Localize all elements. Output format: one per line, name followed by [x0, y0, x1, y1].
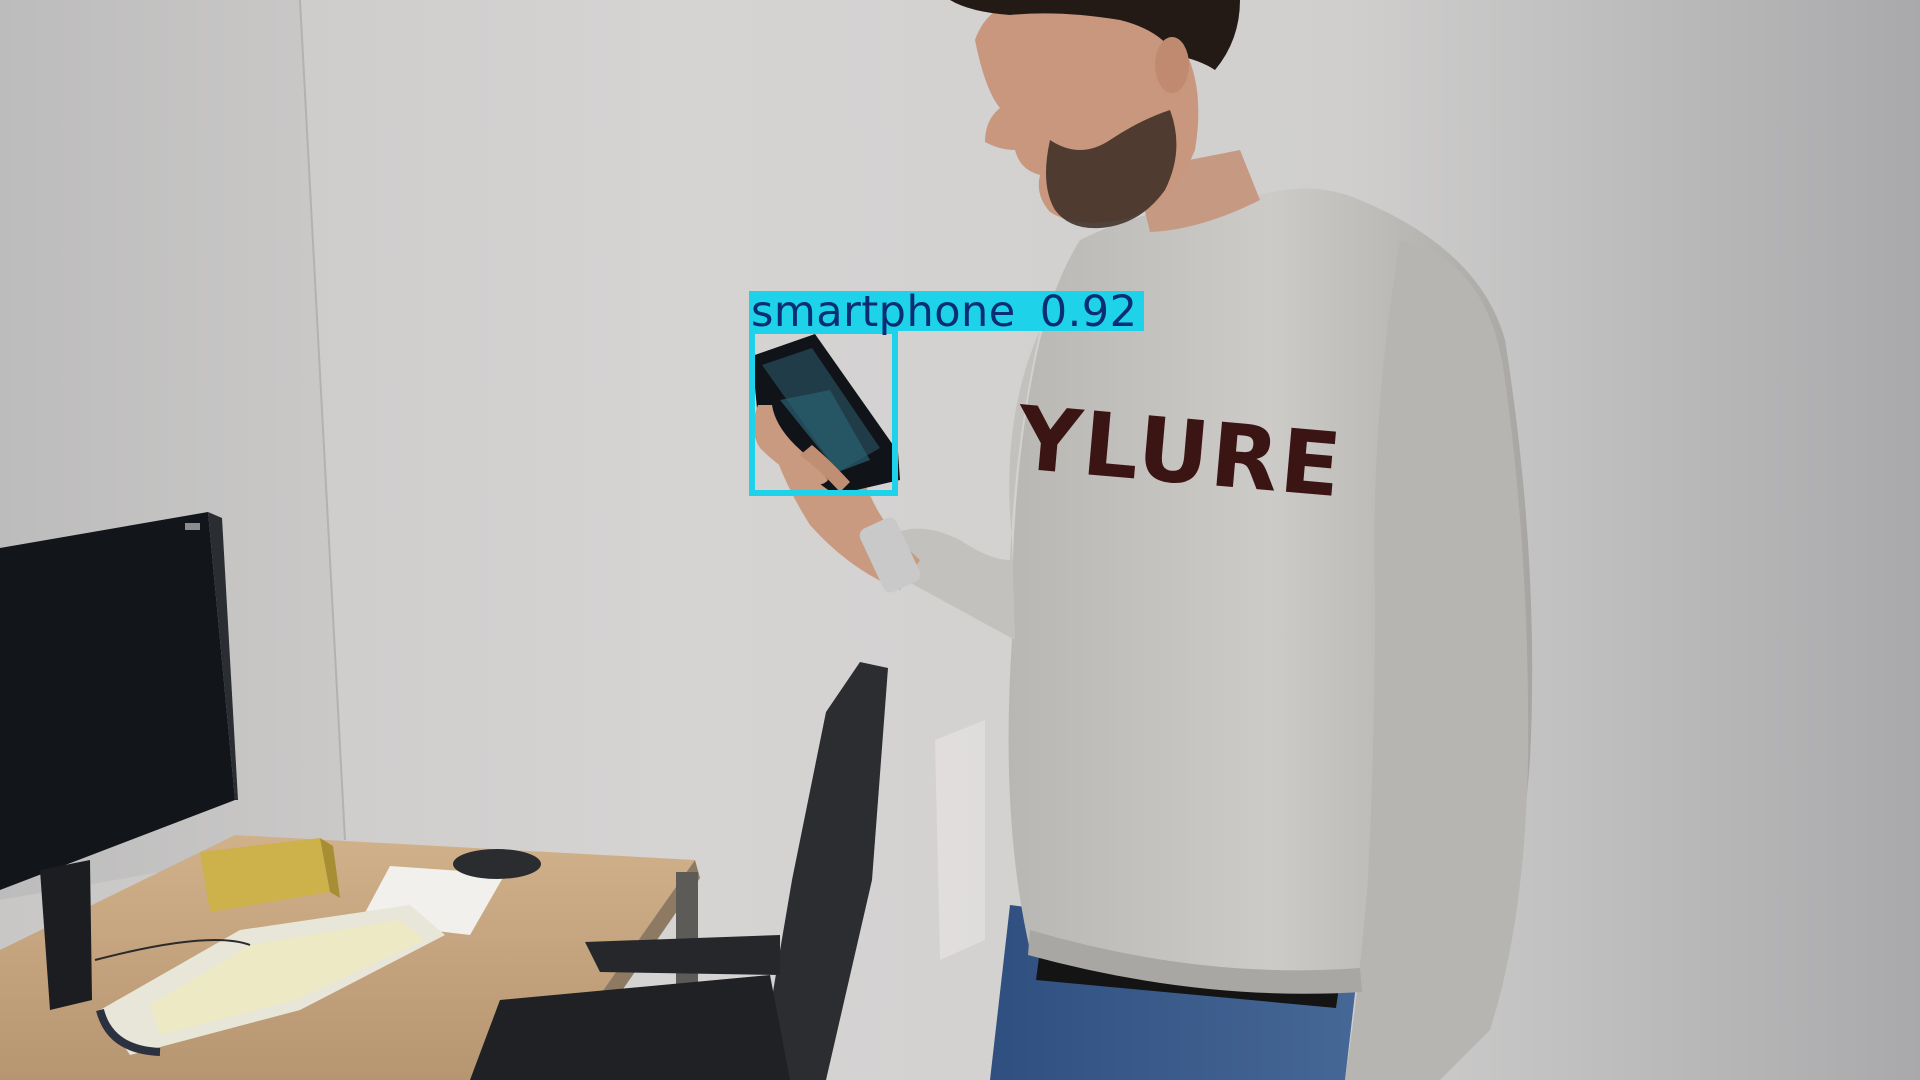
detection-bounding-box — [749, 328, 898, 496]
detection-label: smartphone 0.92 — [749, 287, 1144, 337]
photo-scene: YLURE smartphone 0.92 — [0, 0, 1920, 1080]
chair-arm — [585, 935, 780, 975]
ear — [1155, 37, 1189, 93]
mouse — [453, 849, 541, 879]
photo-illustration: YLURE — [0, 0, 1920, 1080]
detection-class-name: smartphone — [751, 287, 1016, 337]
detection-confidence: 0.92 — [1039, 287, 1138, 337]
